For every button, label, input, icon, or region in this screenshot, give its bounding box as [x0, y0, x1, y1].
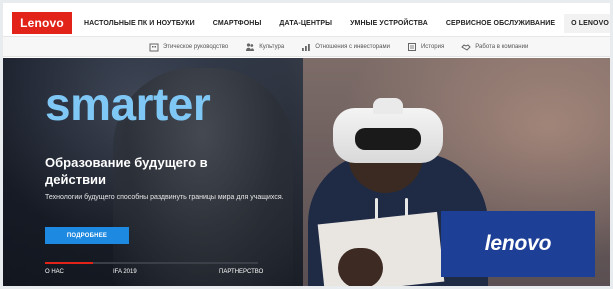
carousel-tab-about[interactable]: О НАС	[45, 269, 64, 275]
nav-item-smartphones[interactable]: СМАРТФОНЫ	[204, 20, 271, 27]
carousel-progress-active	[45, 262, 93, 264]
subnav-item-investors[interactable]: Отношения с инвесторами	[301, 42, 390, 52]
hero-description: Технологии будущего способны раздвинуть …	[45, 194, 284, 201]
subnav-item-careers[interactable]: Работа в компании	[461, 42, 528, 52]
nav-item-about[interactable]: О LENOVO	[564, 13, 610, 33]
vr-headset	[333, 98, 443, 163]
subnav-label: Этическое руководство	[163, 44, 229, 50]
lenovo-logo[interactable]: Lenovo	[12, 12, 72, 34]
logo-text: Lenovo	[20, 16, 64, 30]
nav-item-pcs[interactable]: НАСТОЛЬНЫЕ ПК И НОУТБУКИ	[75, 20, 204, 27]
student-hand	[338, 248, 383, 286]
subnav-label: История	[420, 44, 445, 50]
subnav-item-history[interactable]: История	[407, 42, 444, 52]
learn-more-button[interactable]: ПОДРОБНЕЕ	[45, 227, 129, 244]
subnav-label: Работа в компании	[475, 44, 529, 50]
people-icon	[245, 42, 255, 52]
subnav-label: Культура	[259, 44, 285, 50]
chart-icon	[301, 42, 311, 52]
lenovo-badge: lenovo	[441, 211, 595, 277]
hero-title: Образование будущего в действии	[45, 155, 208, 187]
vr-headset-strap	[373, 98, 403, 114]
carousel-tab-partnership[interactable]: ПАРТНЕРСТВО	[219, 269, 263, 275]
browser-viewport: Lenovo НАСТОЛЬНЫЕ ПК И НОУТБУКИ СМАРТФОН…	[3, 3, 610, 286]
hero-banner: lenovo smarter Образование будущего в де…	[3, 58, 610, 286]
handshake-icon	[461, 42, 471, 52]
building-icon	[149, 42, 159, 52]
badge-text: lenovo	[484, 232, 552, 255]
top-navigation: Lenovo НАСТОЛЬНЫЕ ПК И НОУТБУКИ СМАРТФОН…	[3, 3, 610, 37]
main-nav: НАСТОЛЬНЫЕ ПК И НОУТБУКИ СМАРТФОНЫ ДАТА-…	[75, 12, 610, 34]
subnav-label: Отношения с инвесторами	[315, 44, 390, 50]
carousel-tab-ifa[interactable]: IFA 2019	[113, 269, 137, 275]
subnav-item-culture[interactable]: Культура	[245, 42, 284, 52]
subnav-item-ethics[interactable]: Этическое руководство	[149, 42, 228, 52]
nav-item-data-centers[interactable]: ДАТА-ЦЕНТРЫ	[270, 20, 341, 27]
book-icon	[407, 42, 417, 52]
hero-headline: smarter	[45, 78, 211, 130]
nav-item-smart-devices[interactable]: УМНЫЕ УСТРОЙСТВА	[341, 20, 437, 27]
subnav-items: Этическое руководство Культура Отношения…	[149, 37, 545, 57]
carousel-progress	[45, 262, 258, 264]
nav-item-service[interactable]: СЕРВИСНОЕ ОБСЛУЖИВАНИЕ	[437, 20, 564, 27]
sub-navigation: Этическое руководство Культура Отношения…	[3, 37, 610, 57]
vr-headset-visor	[355, 128, 421, 150]
